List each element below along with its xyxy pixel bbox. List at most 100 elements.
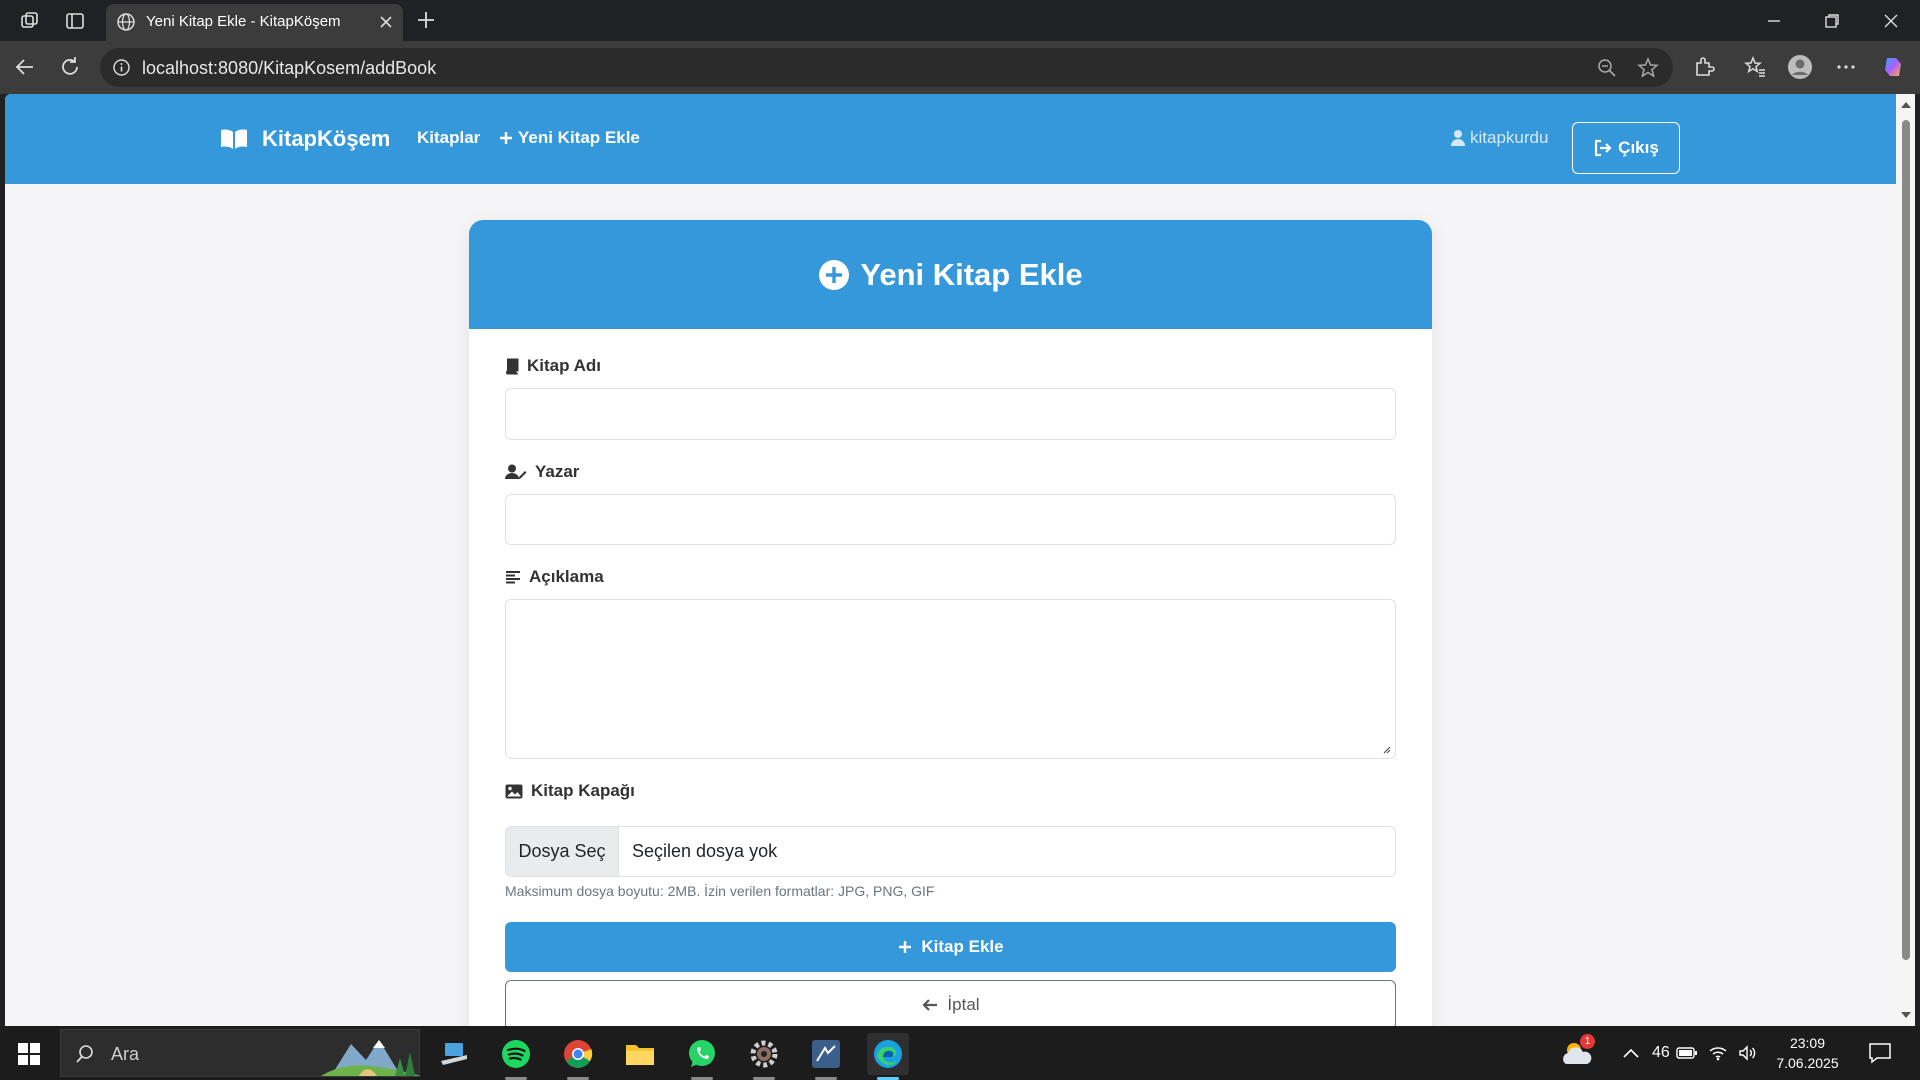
add-book-button-label: Kitap Ekle bbox=[921, 937, 1004, 956]
spotify-icon bbox=[502, 1040, 530, 1068]
nav-link-books[interactable]: Kitaplar bbox=[417, 128, 480, 148]
taskbar-app-explorer[interactable] bbox=[619, 1033, 661, 1075]
browser-tab-active[interactable]: Yeni Kitap Ekle - KitapKöşem bbox=[106, 4, 403, 41]
url-text[interactable]: localhost:8080/KitapKosem/addBook bbox=[142, 58, 436, 79]
title-label: Kitap Adı bbox=[505, 356, 601, 376]
zoom-out-icon[interactable] bbox=[1596, 57, 1618, 79]
description-label: Açıklama bbox=[505, 567, 604, 587]
browser-tabstrip: Yeni Kitap Ekle - KitapKöşem bbox=[0, 0, 1920, 41]
minimize-icon[interactable] bbox=[1762, 9, 1786, 33]
reload-icon[interactable] bbox=[57, 54, 83, 80]
logout-label: Çıkış bbox=[1618, 138, 1659, 157]
book-icon bbox=[506, 358, 519, 374]
globe-icon bbox=[117, 13, 135, 31]
profile-avatar-icon[interactable] bbox=[1787, 54, 1813, 80]
brand-link[interactable]: KitapKöşem bbox=[220, 124, 390, 154]
title-label-text: Kitap Adı bbox=[527, 356, 601, 375]
tab-actions-icon[interactable] bbox=[64, 10, 86, 32]
windows-start-icon[interactable] bbox=[18, 1043, 40, 1065]
image-icon bbox=[505, 784, 523, 798]
restore-icon[interactable] bbox=[1820, 9, 1844, 33]
description-textarea[interactable] bbox=[505, 599, 1396, 759]
extensions-icon[interactable] bbox=[1691, 54, 1717, 80]
volume-icon[interactable] bbox=[1738, 1045, 1758, 1061]
battery-icon[interactable] bbox=[1676, 1046, 1698, 1060]
close-window-icon[interactable] bbox=[1879, 9, 1903, 33]
notifications-icon[interactable] bbox=[1868, 1042, 1892, 1064]
close-tab-icon[interactable] bbox=[376, 12, 396, 32]
taskbar-app-edge[interactable] bbox=[867, 1033, 909, 1080]
brand-name: KitapKöşem bbox=[262, 126, 391, 151]
browser-toolbar: localhost:8080/KitapKosem/addBook bbox=[0, 41, 1920, 94]
whatsapp-icon bbox=[689, 1040, 715, 1067]
choose-file-button[interactable]: Dosya Seç bbox=[506, 827, 619, 876]
taskbar-app-spotify[interactable] bbox=[495, 1033, 537, 1080]
ide-app-icon bbox=[812, 1040, 840, 1068]
taskbar-app-chrome[interactable] bbox=[557, 1033, 599, 1080]
chevron-up-icon[interactable] bbox=[1622, 1047, 1640, 1059]
taskbar-app-files[interactable] bbox=[433, 1033, 475, 1075]
scroll-down-icon[interactable] bbox=[1901, 1012, 1911, 1018]
file-hint: Maksimum dosya boyutu: 2MB. İzin verilen… bbox=[505, 883, 935, 899]
chrome-icon bbox=[564, 1040, 593, 1068]
resize-handle-icon[interactable] bbox=[1381, 744, 1391, 754]
scroll-up-icon[interactable] bbox=[1901, 102, 1911, 108]
back-icon[interactable] bbox=[12, 54, 38, 80]
taskbar-app-ide[interactable] bbox=[805, 1033, 847, 1080]
favorites-icon[interactable] bbox=[1742, 54, 1768, 80]
devices-app-icon bbox=[441, 1043, 467, 1065]
taskbar-app-settings[interactable] bbox=[743, 1033, 785, 1080]
taskbar-search[interactable]: Ara bbox=[60, 1029, 421, 1077]
favorite-star-icon[interactable] bbox=[1636, 56, 1660, 80]
search-placeholder: Ara bbox=[111, 1044, 140, 1064]
cover-label: Kitap Kapağı bbox=[505, 781, 635, 801]
username: kitapkurdu bbox=[1470, 128, 1549, 147]
description-label-text: Açıklama bbox=[529, 567, 604, 586]
author-label-text: Yazar bbox=[535, 462, 580, 481]
tab-title: Yeni Kitap Ekle - KitapKöşem bbox=[146, 13, 341, 30]
book-open-icon bbox=[221, 129, 247, 149]
weather-widget[interactable]: 1 bbox=[1560, 1026, 1595, 1080]
card-header: Yeni Kitap Ekle bbox=[469, 220, 1432, 329]
page-title: Yeni Kitap Ekle bbox=[860, 256, 1083, 292]
page-scrollbar[interactable] bbox=[1896, 94, 1915, 1026]
add-book-button[interactable]: Kitap Ekle bbox=[505, 922, 1396, 972]
add-book-card: Yeni Kitap Ekle Kitap Adı Yazar Açıklama… bbox=[469, 220, 1432, 1026]
clock-date: 7.06.2025 bbox=[1776, 1055, 1839, 1071]
edge-icon bbox=[874, 1040, 902, 1068]
scrollbar-thumb[interactable] bbox=[1902, 120, 1910, 960]
window-edge bbox=[1915, 94, 1920, 1026]
new-tab-icon[interactable] bbox=[414, 8, 438, 32]
cancel-button-label: İptal bbox=[947, 995, 980, 1014]
cover-file-input[interactable]: Dosya Seç Seçilen dosya yok bbox=[505, 826, 1396, 877]
workspaces-icon[interactable] bbox=[19, 10, 41, 32]
logout-button[interactable]: Çıkış bbox=[1572, 122, 1680, 174]
search-highlight-landscape-icon bbox=[321, 1040, 421, 1076]
copilot-icon[interactable] bbox=[1880, 54, 1906, 80]
cancel-button[interactable]: İptal bbox=[505, 980, 1396, 1026]
taskbar-app-whatsapp[interactable] bbox=[681, 1033, 723, 1080]
clock-time: 23:09 bbox=[1789, 1035, 1826, 1051]
gear-icon bbox=[750, 1040, 778, 1068]
search-icon bbox=[76, 1045, 93, 1063]
plus-icon bbox=[500, 132, 512, 144]
taskbar-clock[interactable]: 23:09 7.06.2025 bbox=[1770, 1033, 1845, 1073]
file-status: Seçilen dosya yok bbox=[632, 841, 778, 861]
current-user: kitapkurdu bbox=[1450, 128, 1548, 148]
page-viewport: KitapKöşem Kitaplar Yeni Kitap Ekle kita… bbox=[5, 94, 1896, 1026]
weather-badge: 1 bbox=[1580, 1034, 1595, 1049]
wifi-icon[interactable] bbox=[1708, 1045, 1728, 1061]
more-menu-icon[interactable] bbox=[1833, 54, 1859, 80]
plus-circle-icon bbox=[819, 259, 850, 290]
nav-link-add-book[interactable]: Yeni Kitap Ekle bbox=[498, 128, 640, 148]
system-tray: 46 bbox=[1622, 1026, 1758, 1080]
user-icon bbox=[1451, 130, 1465, 146]
arrow-left-icon bbox=[922, 999, 938, 1011]
author-input[interactable] bbox=[505, 494, 1396, 545]
plus-icon bbox=[899, 941, 912, 953]
book-title-input[interactable] bbox=[505, 388, 1396, 440]
address-bar[interactable]: localhost:8080/KitapKosem/addBook bbox=[100, 48, 1673, 87]
align-left-icon bbox=[506, 571, 520, 584]
site-info-icon[interactable] bbox=[112, 58, 131, 77]
user-pen-icon bbox=[505, 464, 527, 479]
